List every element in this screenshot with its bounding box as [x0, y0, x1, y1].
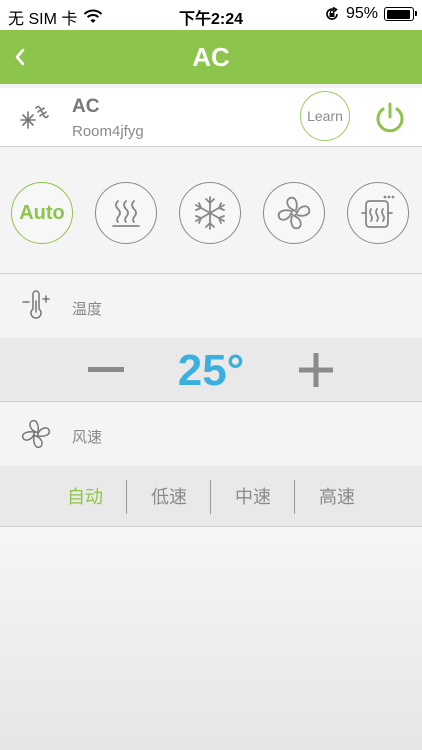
fan-speed-low-option[interactable]: 低速: [127, 466, 211, 526]
learn-button[interactable]: Learn: [300, 91, 350, 141]
status-bar: 无 SIM 卡 下午2:24 95%: [0, 0, 422, 30]
nav-bar: AC: [0, 30, 422, 84]
fan-speed-section: 风速: [0, 402, 422, 466]
device-name: AC: [72, 96, 100, 117]
status-right: 95%: [324, 5, 417, 23]
fan-speed-high-option[interactable]: 高速: [295, 466, 379, 526]
mode-selector: Auto: [0, 149, 422, 274]
battery-percent: 95%: [345, 5, 378, 22]
temperature-value: 25°: [177, 346, 245, 395]
device-room: Room4jfyg: [72, 123, 144, 140]
fan-icon: [21, 419, 51, 449]
power-icon[interactable]: [372, 100, 408, 136]
temperature-increase-button[interactable]: [296, 350, 336, 390]
fan-speed-control: 自动 低速 中速 高速: [0, 466, 422, 527]
plus-icon: [299, 353, 333, 387]
temperature-section: 温度: [0, 274, 422, 338]
fan-speed-label: 风速: [72, 429, 103, 446]
dehumidify-icon: [361, 195, 395, 228]
mode-heat-button[interactable]: [95, 182, 157, 244]
heat-icon: [112, 200, 140, 227]
fan-icon: [277, 196, 311, 230]
ac-unit-icon: [20, 105, 49, 129]
mode-auto-label: Auto: [19, 201, 65, 224]
orientation-lock-icon: [326, 6, 338, 20]
snowflake-icon: [195, 196, 225, 230]
page-title: AC: [192, 42, 230, 72]
temperature-label: 温度: [72, 301, 103, 318]
device-header: AC Room4jfyg Learn: [0, 88, 422, 147]
temperature-control: 25°: [0, 338, 422, 402]
empty-area: [0, 527, 422, 750]
mode-dry-button[interactable]: [347, 182, 409, 244]
battery-fill: [386, 9, 411, 19]
battery-icon: [384, 7, 417, 21]
thermometer-icon: [22, 290, 50, 319]
mode-fan-button[interactable]: [263, 182, 325, 244]
fan-speed-auto-option[interactable]: 自动: [43, 466, 127, 526]
fan-speed-medium-option[interactable]: 中速: [211, 466, 295, 526]
mode-cool-button[interactable]: [179, 182, 241, 244]
mode-auto-button[interactable]: Auto: [11, 182, 73, 244]
